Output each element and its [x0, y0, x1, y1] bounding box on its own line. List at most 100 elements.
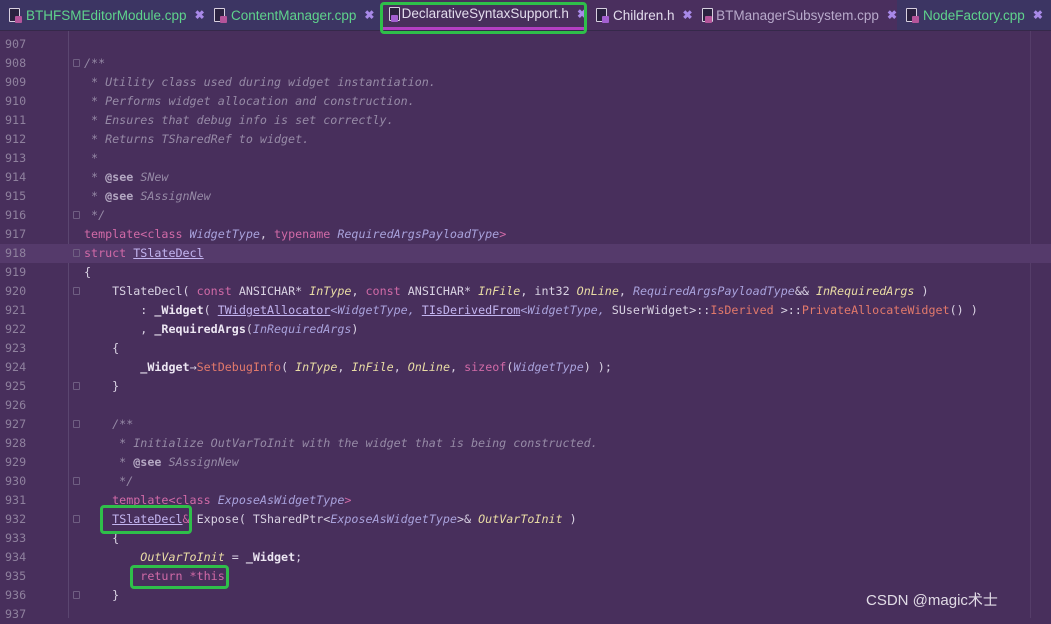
line-number: 924	[5, 360, 27, 374]
code-editor[interactable]: 907 908 /** 909 * Utility class used during…	[0, 35, 1051, 624]
code-line[interactable]: 919 {	[0, 263, 1051, 282]
code-line[interactable]: 918 struct TSlateDecl	[0, 244, 1051, 263]
code-text: return *this	[84, 567, 224, 586]
editor-tab-bar: BTHFSMEditorModule.cpp ✖ ContentManager.cp…	[0, 0, 1051, 31]
line-number: 934	[5, 550, 27, 564]
code-line[interactable]: 920 TSlateDecl( const ANSICHAR* InType, …	[0, 282, 1051, 301]
fold-marker-icon[interactable]	[73, 287, 80, 295]
tab-declarativesyntaxsupport-h[interactable]: DeclarativeSyntaxSupport.h ✖	[380, 0, 587, 30]
tab-nodefactory-cpp[interactable]: NodeFactory.cpp ✖	[897, 0, 1051, 30]
tab-contentmanager-cpp[interactable]: ContentManager.cpp ✖	[205, 0, 380, 30]
line-number: 908	[5, 56, 27, 70]
code-text: */	[84, 472, 133, 491]
fold-marker-icon[interactable]	[73, 249, 80, 257]
code-line[interactable]: 910 * Performs widget allocation and con…	[0, 92, 1051, 111]
code-line[interactable]: 908 /**	[0, 54, 1051, 73]
code-token: const	[196, 284, 239, 298]
code-line[interactable]: 909 * Utility class used during widget i…	[0, 73, 1051, 92]
code-token: () )	[949, 303, 978, 317]
close-tab-icon[interactable]: ✖	[577, 7, 587, 21]
code-token: TSlateDecl(	[84, 284, 197, 298]
code-token: _Widget	[154, 303, 204, 317]
code-token: )	[351, 322, 359, 336]
code-line[interactable]: 913 *	[0, 149, 1051, 168]
code-token: * Initialize OutVarToInit with the widge…	[84, 436, 598, 450]
code-token: )	[914, 284, 929, 298]
code-token: ,	[84, 322, 155, 336]
code-token: _RequiredArgs	[154, 322, 246, 336]
code-text: struct TSlateDecl	[84, 244, 204, 263]
code-line[interactable]: 932 TSlateDecl& Expose( TSharedPtr<Expos…	[0, 510, 1051, 529]
code-line[interactable]: 907	[0, 35, 1051, 54]
line-number: 937	[5, 607, 27, 621]
code-text: * @see SAssignNew	[84, 453, 239, 472]
code-line[interactable]: 917 template<class WidgetType, typename R…	[0, 225, 1051, 244]
code-token: ,	[450, 360, 465, 374]
tab-children-h[interactable]: Children.h ✖	[587, 0, 693, 30]
code-text: * Initialize OutVarToInit with the widge…	[84, 434, 598, 453]
code-line[interactable]: 925 }	[0, 377, 1051, 396]
code-line[interactable]: 916 */	[0, 206, 1051, 225]
code-token: &&	[794, 284, 816, 298]
code-token: (	[281, 360, 296, 374]
code-token: <WidgetType,	[520, 303, 612, 317]
code-text: * Returns TSharedRef to widget.	[84, 130, 309, 149]
code-line[interactable]: 928 * Initialize OutVarToInit with the w…	[0, 434, 1051, 453]
code-line[interactable]: 931 template<class ExposeAsWidgetType>	[0, 491, 1051, 510]
code-line[interactable]: 924 _Widget→SetDebugInfo( InType, InFile…	[0, 358, 1051, 377]
line-number: 907	[5, 37, 27, 51]
line-number: 935	[5, 569, 27, 583]
code-token: SNew	[133, 170, 169, 184]
code-line[interactable]: 933 {	[0, 529, 1051, 548]
code-token: , int32	[520, 284, 577, 298]
code-line[interactable]: 912 * Returns TSharedRef to widget.	[0, 130, 1051, 149]
fold-marker-icon[interactable]	[73, 477, 80, 485]
code-text: */	[84, 206, 105, 225]
close-tab-icon[interactable]: ✖	[1033, 8, 1043, 22]
fold-marker-icon[interactable]	[73, 515, 80, 523]
code-text: /**	[84, 54, 105, 73]
code-line[interactable]: 926	[0, 396, 1051, 415]
fold-marker-icon[interactable]	[73, 591, 80, 599]
close-tab-icon[interactable]: ✖	[195, 8, 205, 22]
code-line[interactable]: 915 * @see SAssignNew	[0, 187, 1051, 206]
code-line[interactable]: 922 , _RequiredArgs(InRequiredArgs)	[0, 320, 1051, 339]
code-token: WidgetType	[513, 360, 584, 374]
fold-marker-icon[interactable]	[73, 382, 80, 390]
code-line[interactable]: 935 return *this	[0, 567, 1051, 586]
code-token: */	[84, 208, 106, 222]
line-number: 933	[5, 531, 27, 545]
fold-marker-icon[interactable]	[73, 211, 80, 219]
code-line[interactable]: 923 {	[0, 339, 1051, 358]
code-token: (	[203, 303, 218, 317]
code-token: @see	[133, 455, 162, 469]
code-token: /**	[84, 56, 106, 70]
code-text: TSlateDecl( const ANSICHAR* InType, cons…	[84, 282, 929, 301]
code-line[interactable]: 927 /**	[0, 415, 1051, 434]
close-tab-icon[interactable]: ✖	[887, 8, 897, 22]
code-token: ANSICHAR*	[238, 284, 310, 298]
code-line[interactable]: 929 * @see SAssignNew	[0, 453, 1051, 472]
code-token: TIsDerivedFrom	[421, 303, 521, 317]
code-token: &	[182, 512, 190, 526]
code-token: IsDerived	[710, 303, 781, 317]
close-tab-icon[interactable]: ✖	[683, 8, 693, 22]
tab-btmanagersubsystem-cpp[interactable]: BTManagerSubsystem.cpp ✖	[693, 0, 897, 30]
code-line[interactable]: 911 * Ensures that debug info is set cor…	[0, 111, 1051, 130]
code-text: OutVarToInit = _Widget;	[84, 548, 302, 567]
code-token: ;	[295, 550, 303, 564]
code-line[interactable]: 921 : _Widget( TWidgetAllocator<WidgetTy…	[0, 301, 1051, 320]
code-text: {	[84, 339, 119, 358]
code-token: @see	[105, 189, 134, 203]
code-token: OnLine	[576, 284, 619, 298]
code-token: template<class	[84, 493, 218, 507]
fold-marker-icon[interactable]	[73, 59, 80, 67]
code-line[interactable]: 934 OutVarToInit = _Widget;	[0, 548, 1051, 567]
code-line[interactable]: 930 */	[0, 472, 1051, 491]
close-tab-icon[interactable]: ✖	[364, 8, 374, 22]
code-text: * @see SAssignNew	[84, 187, 211, 206]
code-line[interactable]: 914 * @see SNew	[0, 168, 1051, 187]
tab-bthfsmeditormodule-cpp[interactable]: BTHFSMEditorModule.cpp ✖	[0, 0, 205, 30]
fold-marker-icon[interactable]	[73, 420, 80, 428]
code-text: template<class WidgetType, typename Requ…	[84, 225, 506, 244]
